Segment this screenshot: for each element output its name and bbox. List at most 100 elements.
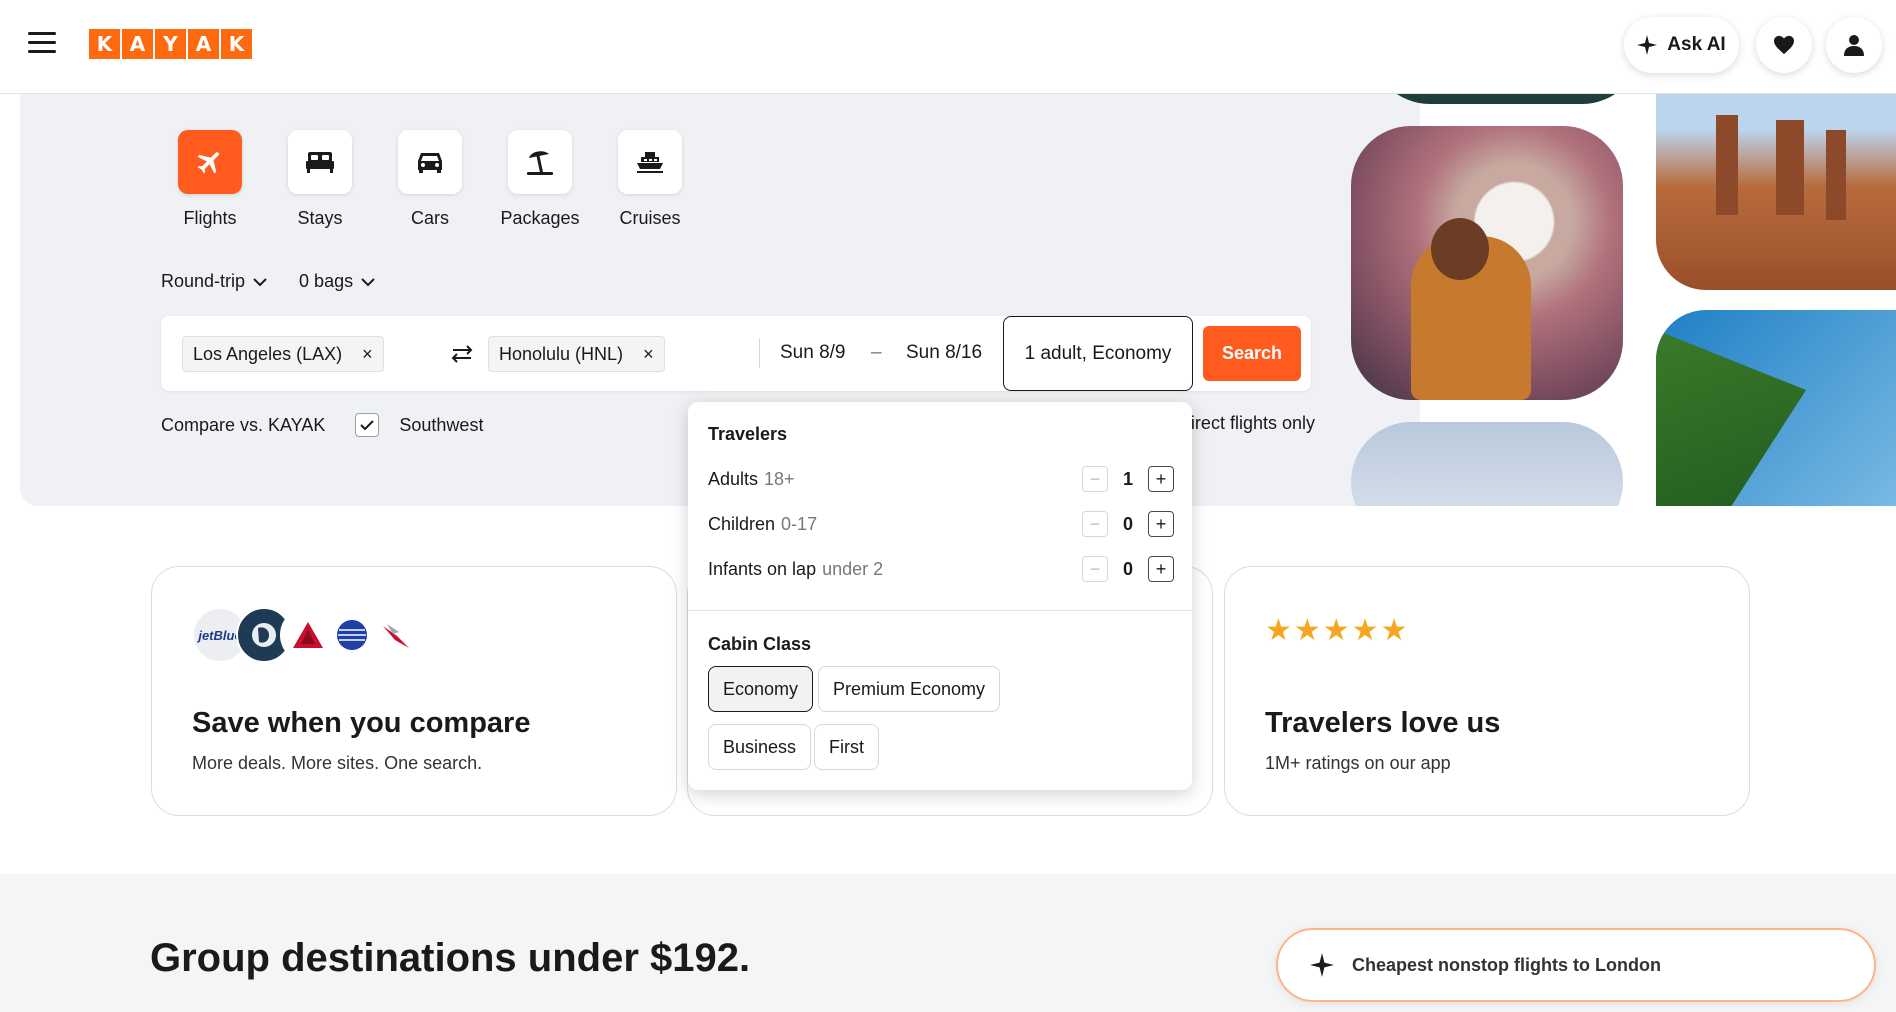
row-label: Adults xyxy=(708,468,759,489)
hero-image-collage xyxy=(1340,60,1896,506)
children-stepper: − 0 + xyxy=(1082,511,1174,537)
ai-prompt-button[interactable]: Cheapest nonstop flights to London xyxy=(1276,928,1876,1002)
sparkle-icon xyxy=(1637,35,1658,55)
row-label: Children xyxy=(708,513,776,534)
cabin-premium-economy[interactable]: Premium Economy xyxy=(818,666,1001,712)
origin-value: Los Angeles (LAX) xyxy=(193,343,343,364)
menu-icon[interactable] xyxy=(28,32,56,56)
chevron-down-icon xyxy=(253,277,267,286)
tab-stays[interactable]: Stays xyxy=(288,130,352,229)
return-date-field[interactable]: Sun 8/16 xyxy=(906,342,982,364)
destination-field[interactable]: Honolulu (HNL) × xyxy=(488,336,665,372)
car-icon xyxy=(418,153,442,173)
cabin-economy[interactable]: Economy xyxy=(708,666,814,712)
group-destinations-title: Group destinations under $192. xyxy=(150,936,751,980)
trip-type-dropdown[interactable]: Round-trip xyxy=(161,271,267,292)
sparkle-icon xyxy=(1310,953,1334,977)
trip-options: Round-trip 0 bags xyxy=(161,271,375,292)
tab-label: Packages xyxy=(500,208,580,228)
clear-origin-icon[interactable]: × xyxy=(362,344,373,365)
clear-destination-icon[interactable]: × xyxy=(643,344,654,365)
tab-icon-wrap xyxy=(178,130,242,194)
ask-ai-button[interactable]: Ask AI xyxy=(1624,17,1739,73)
american-logo xyxy=(368,607,424,663)
heart-icon xyxy=(1774,35,1794,55)
depart-date-field[interactable]: Sun 8/9 xyxy=(780,342,846,364)
logo-letter: K xyxy=(89,29,120,59)
tab-packages[interactable]: Packages xyxy=(500,130,580,229)
chevron-down-icon xyxy=(361,277,375,286)
tab-icon-wrap xyxy=(398,130,462,194)
trip-type-label: Round-trip xyxy=(161,271,246,291)
increment-children-button[interactable]: + xyxy=(1148,511,1174,537)
tab-flights[interactable]: Flights xyxy=(178,130,242,229)
compare-card-subtitle: More deals. More sites. One search. xyxy=(192,753,483,773)
compare-card-title: Save when you compare xyxy=(192,707,531,739)
decrement-infants-button[interactable]: − xyxy=(1082,556,1108,582)
favorites-button[interactable] xyxy=(1756,17,1812,73)
cabin-first[interactable]: First xyxy=(814,724,879,770)
tab-cruises[interactable]: Cruises xyxy=(618,130,682,229)
reviews-card-title: Travelers love us xyxy=(1265,707,1501,739)
cabin-business[interactable]: Business xyxy=(708,724,812,770)
southwest-checkbox[interactable] xyxy=(355,413,380,437)
tab-icon-wrap xyxy=(618,130,682,194)
row-sub: 0-17 xyxy=(781,513,818,534)
travelers-dropdown: Travelers Adults 18+ − 1 + Children 0-17… xyxy=(688,402,1192,790)
dropdown-divider xyxy=(688,610,1192,611)
bags-label: 0 bags xyxy=(299,271,354,291)
hero-image-palm xyxy=(1656,310,1896,506)
ship-icon xyxy=(637,152,663,173)
adults-row: Adults 18+ − 1 + xyxy=(708,464,1174,494)
destination-value: Honolulu (HNL) xyxy=(499,343,624,364)
bags-dropdown[interactable]: 0 bags xyxy=(299,271,375,292)
compare-row: Compare vs. KAYAK Southwest xyxy=(161,413,483,437)
children-row: Children 0-17 − 0 + xyxy=(708,509,1174,539)
cabin-class-title: Cabin Class xyxy=(708,634,812,654)
ask-ai-label: Ask AI xyxy=(1667,34,1726,55)
user-icon xyxy=(1844,35,1864,56)
tab-label: Cruises xyxy=(619,208,681,228)
ai-prompt-label: Cheapest nonstop flights to London xyxy=(1352,954,1661,975)
southwest-label: Southwest xyxy=(399,414,484,435)
adults-count: 1 xyxy=(1122,468,1133,489)
children-count: 0 xyxy=(1122,513,1133,534)
airline-logos: jetBlue xyxy=(192,607,424,663)
search-button[interactable]: Search xyxy=(1203,326,1301,381)
compare-card: jetBlue Save when you compare More deals… xyxy=(151,566,677,816)
row-sub: under 2 xyxy=(822,558,884,579)
logo-letter: A xyxy=(188,29,219,59)
increment-adults-button[interactable]: + xyxy=(1148,466,1174,492)
rating-stars-icon: ★★★★★ xyxy=(1265,614,1410,647)
kayak-logo[interactable]: K A Y A K xyxy=(89,29,252,59)
decrement-adults-button[interactable]: − xyxy=(1082,466,1108,492)
tab-icon-wrap xyxy=(288,130,352,194)
field-divider xyxy=(759,338,760,368)
decrement-children-button[interactable]: − xyxy=(1082,511,1108,537)
origin-field[interactable]: Los Angeles (LAX) × xyxy=(182,336,384,372)
tab-label: Cars xyxy=(410,208,449,228)
account-button[interactable] xyxy=(1826,17,1882,73)
logo-letter: K xyxy=(221,29,252,59)
beach-umbrella-icon xyxy=(527,151,553,175)
hero-image-desert xyxy=(1656,60,1896,290)
infants-count: 0 xyxy=(1122,558,1133,579)
travelers-title: Travelers xyxy=(708,424,788,444)
adults-stepper: − 1 + xyxy=(1082,466,1174,492)
travelers-field[interactable]: 1 adult, Economy xyxy=(1003,316,1193,391)
row-label: Infants on lap xyxy=(708,558,817,579)
plane-icon xyxy=(197,152,219,174)
swap-icon[interactable] xyxy=(446,338,478,370)
date-separator: – xyxy=(871,342,882,363)
increment-infants-button[interactable]: + xyxy=(1148,556,1174,582)
hero-image-child-window xyxy=(1351,126,1623,400)
tab-cars[interactable]: Cars xyxy=(398,130,462,229)
top-header: K A Y A K Ask AI xyxy=(0,0,1896,94)
logo-letter: Y xyxy=(155,29,186,59)
compare-label: Compare vs. KAYAK xyxy=(161,414,326,435)
bed-icon xyxy=(306,152,334,173)
row-sub: 18+ xyxy=(764,468,795,489)
tab-label: Flights xyxy=(183,208,237,228)
tab-label: Stays xyxy=(297,208,343,228)
infants-stepper: − 0 + xyxy=(1082,556,1174,582)
